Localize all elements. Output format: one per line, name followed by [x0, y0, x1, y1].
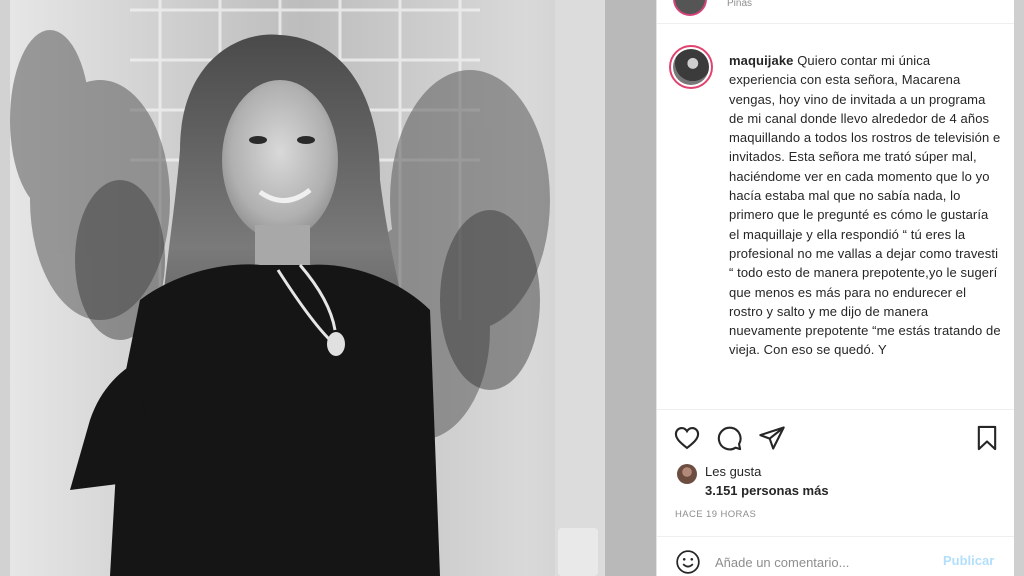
- liker-avatar[interactable]: [677, 464, 697, 484]
- likes-count[interactable]: 3.151 personas más: [705, 483, 829, 498]
- heart-icon[interactable]: [673, 424, 701, 452]
- likes-row: Les gusta 3.151 personas más: [675, 460, 995, 500]
- screenshot-frame: Pinas maquijake Quiero contar mi única e…: [0, 0, 1024, 576]
- backdrop-edge: [1014, 0, 1024, 576]
- post-timestamp[interactable]: HACE 19 HORAS: [675, 509, 756, 520]
- share-icon[interactable]: [758, 424, 786, 452]
- comment-input[interactable]: [715, 552, 915, 572]
- bookmark-icon[interactable]: [973, 424, 1001, 452]
- avatar[interactable]: [669, 45, 713, 89]
- portrait-image: [10, 0, 656, 576]
- username-link[interactable]: maquijake: [729, 53, 794, 68]
- emoji-icon[interactable]: [675, 549, 701, 575]
- header-subtitle: Pinas: [727, 0, 753, 9]
- caption: maquijake Quiero contar mi única experie…: [729, 51, 1001, 360]
- comment-bar: Publicar: [657, 536, 1015, 576]
- comment-icon[interactable]: [715, 424, 743, 452]
- header-avatar[interactable]: [673, 0, 707, 16]
- caption-text: Quiero contar mi única experiencia con e…: [729, 53, 1001, 358]
- caption-area: maquijake Quiero contar mi única experie…: [657, 25, 1015, 409]
- actions-section: Les gusta 3.151 personas más HACE 19 HOR…: [657, 409, 1015, 520]
- post-photo[interactable]: [10, 0, 656, 576]
- publish-button[interactable]: Publicar: [943, 553, 994, 568]
- post-header: Pinas: [657, 0, 1015, 24]
- post-sidebar: Pinas maquijake Quiero contar mi única e…: [656, 0, 1015, 576]
- likes-label: Les gusta: [705, 464, 762, 479]
- avatar-image: [673, 49, 709, 85]
